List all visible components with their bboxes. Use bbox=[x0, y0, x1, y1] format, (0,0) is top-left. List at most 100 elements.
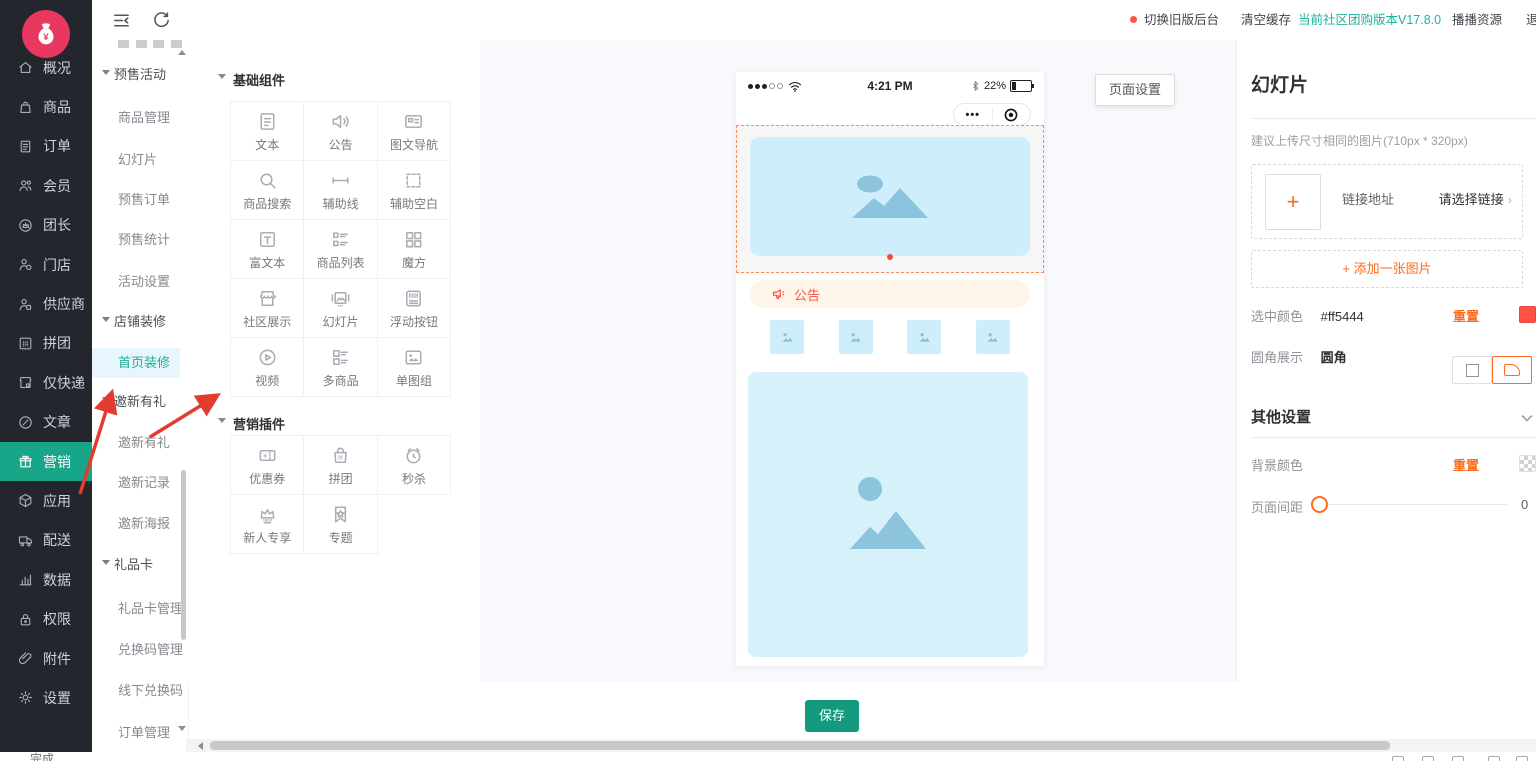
refresh-icon[interactable] bbox=[152, 11, 171, 30]
component-topic[interactable]: 专题 bbox=[304, 495, 377, 554]
component-divider-line[interactable]: 辅助线 bbox=[304, 161, 377, 220]
submenu-item-invite-poster[interactable]: 邀新海报 bbox=[92, 509, 180, 539]
page-gap-slider-handle[interactable] bbox=[1311, 496, 1328, 513]
save-button[interactable]: 保存 bbox=[805, 700, 859, 732]
choose-link-button[interactable]: 请选择链接› bbox=[1439, 189, 1512, 208]
resource-link[interactable]: 播播资源 bbox=[1452, 0, 1502, 40]
sidebar-item-orders[interactable]: 订单 bbox=[0, 127, 92, 166]
gear-icon bbox=[17, 689, 34, 706]
other-settings-header[interactable]: 其他设置 bbox=[1251, 406, 1311, 427]
single-image-component[interactable] bbox=[748, 372, 1028, 657]
svg-text:拼: 拼 bbox=[338, 453, 343, 461]
clipped-menu-item[interactable] bbox=[118, 40, 182, 48]
submenu-item-redeem-manage[interactable]: 兑换码管理 bbox=[92, 635, 180, 665]
submenu-item-slideshow[interactable]: 幻灯片 bbox=[92, 145, 180, 175]
submenu-group-shop-decoration[interactable]: 店铺装修 bbox=[92, 307, 180, 337]
svg-text:拼: 拼 bbox=[22, 339, 29, 348]
submenu-group-giftcard[interactable]: 礼品卡 bbox=[92, 550, 180, 580]
component-single-image[interactable]: 单图组 bbox=[378, 338, 451, 397]
add-image-button[interactable]: + 添加一张图片 bbox=[1251, 250, 1523, 288]
submenu-item-presale-orders[interactable]: 预售订单 bbox=[92, 185, 180, 215]
component-coupon[interactable]: ¥优惠券 bbox=[231, 436, 304, 495]
collapse-menu-icon[interactable] bbox=[112, 11, 131, 30]
submenu-group-invite[interactable]: 邀新有礼 bbox=[92, 387, 180, 417]
red-dot-icon bbox=[1130, 16, 1137, 23]
upload-size-hint: 建议上传尺寸相同的图片(710px * 320px) bbox=[1251, 132, 1468, 149]
reset-selected-color-button[interactable]: 重置 bbox=[1453, 306, 1479, 325]
sidebar-item-marketing[interactable]: 营销 bbox=[0, 442, 92, 481]
component-image-text-nav[interactable]: 图文导航 bbox=[378, 102, 451, 161]
sidebar-item-express[interactable]: 仅快递 bbox=[0, 363, 92, 402]
marketing-plugins-header[interactable]: 营销插件 bbox=[218, 414, 285, 433]
submenu-item-goods-manage[interactable]: 商品管理 bbox=[92, 103, 180, 133]
page-gap-slider-track[interactable] bbox=[1329, 504, 1507, 505]
clear-cache-link[interactable]: 清空缓存 bbox=[1241, 0, 1291, 40]
sidebar-item-data[interactable]: 数据 bbox=[0, 560, 92, 599]
reset-bg-color-button[interactable]: 重置 bbox=[1453, 455, 1479, 474]
chevron-down-icon[interactable] bbox=[1521, 414, 1533, 422]
scroll-down-arrow[interactable] bbox=[178, 726, 186, 735]
submenu-group-presale[interactable]: 预售活动 bbox=[92, 60, 180, 90]
bookmark-star-icon bbox=[329, 503, 352, 526]
rounded-corner-button[interactable] bbox=[1492, 356, 1532, 384]
submenu-item-invite-records[interactable]: 邀新记录 bbox=[92, 468, 180, 498]
selected-color-label: 选中颜色 bbox=[1251, 309, 1303, 324]
rounded-corner-icon bbox=[1504, 364, 1520, 376]
person-box-icon bbox=[17, 296, 34, 313]
component-slideshow[interactable]: 幻灯片 bbox=[304, 279, 377, 338]
component-group-buy[interactable]: 拼拼团 bbox=[304, 436, 377, 495]
component-community-display[interactable]: 社区展示 bbox=[231, 279, 304, 338]
submenu-item-order-manage[interactable]: 订单管理 bbox=[92, 718, 180, 748]
square-icon bbox=[1466, 364, 1479, 377]
selected-color-swatch[interactable] bbox=[1519, 306, 1536, 323]
image-nav-component[interactable] bbox=[750, 320, 1030, 354]
upload-image-button[interactable]: + bbox=[1265, 174, 1321, 230]
submenu-item-activity-settings[interactable]: 活动设置 bbox=[92, 267, 180, 297]
sidebar-item-articles[interactable]: 文章 bbox=[0, 403, 92, 442]
submenu-item-giftcard-manage[interactable]: 礼品卡管理 bbox=[92, 594, 180, 624]
single-image-icon bbox=[402, 346, 425, 369]
sidebar-item-attachments[interactable]: 附件 bbox=[0, 639, 92, 678]
sidebar-item-settings[interactable]: 设置 bbox=[0, 678, 92, 717]
component-goods-search[interactable]: 商品搜索 bbox=[231, 161, 304, 220]
component-text[interactable]: 文本 bbox=[231, 102, 304, 161]
sidebar-item-store[interactable]: 门店 bbox=[0, 245, 92, 284]
component-magic-cube[interactable]: 魔方 bbox=[378, 220, 451, 279]
submenu-item-invite-reward[interactable]: 邀新有礼 bbox=[92, 428, 180, 458]
sidebar-item-delivery[interactable]: 配送 bbox=[0, 521, 92, 560]
component-rich-text[interactable]: 富文本 bbox=[231, 220, 304, 279]
component-blank-space[interactable]: 辅助空白 bbox=[378, 161, 451, 220]
square-corner-button[interactable] bbox=[1452, 356, 1492, 384]
settings-panel: 幻灯片 建议上传尺寸相同的图片(710px * 320px) + 链接地址 请选… bbox=[1236, 40, 1536, 682]
sidebar-item-apps[interactable]: 应用 bbox=[0, 481, 92, 520]
sidebar-item-groupbuy[interactable]: 拼拼团 bbox=[0, 324, 92, 363]
switch-old-backend-link[interactable]: 切换旧版后台 bbox=[1130, 0, 1219, 40]
component-multi-goods[interactable]: 多商品 bbox=[304, 338, 377, 397]
sidebar-item-overview[interactable]: 概况 bbox=[0, 48, 92, 87]
component-video[interactable]: 视频 bbox=[231, 338, 304, 397]
pin-box-icon: 拼 bbox=[17, 335, 34, 352]
submenu-item-offline-redeem[interactable]: 线下兑换码 bbox=[92, 676, 180, 706]
component-flash-sale[interactable]: 秒杀 bbox=[378, 436, 451, 495]
submenu-item-home-decoration[interactable]: 首页装修 bbox=[92, 348, 180, 378]
notice-component[interactable]: 公告 bbox=[750, 280, 1030, 308]
component-newbie-exclusive[interactable]: NEW新人专享 bbox=[231, 495, 304, 554]
component-floating-button[interactable]: BTN浮动按钮 bbox=[378, 279, 451, 338]
horizontal-scrollbar-thumb[interactable] bbox=[210, 741, 1390, 750]
clipped-topbar-link[interactable]: 退 bbox=[1526, 0, 1536, 40]
sidebar-item-supplier[interactable]: 供应商 bbox=[0, 284, 92, 323]
submenu-item-presale-stats[interactable]: 预售统计 bbox=[92, 225, 180, 255]
basic-components-header[interactable]: 基础组件 bbox=[218, 70, 285, 89]
sidebar-item-members[interactable]: 会员 bbox=[0, 166, 92, 205]
scroll-up-arrow[interactable] bbox=[178, 46, 186, 55]
page-settings-button[interactable]: 页面设置 bbox=[1095, 74, 1175, 106]
component-notice[interactable]: 公告 bbox=[304, 102, 377, 161]
sidebar-item-goods[interactable]: 商品 bbox=[0, 87, 92, 126]
scroll-left-arrow[interactable] bbox=[194, 742, 203, 750]
slideshow-component-selected[interactable] bbox=[736, 125, 1044, 273]
component-goods-list[interactable]: 商品列表 bbox=[304, 220, 377, 279]
sidebar-item-permissions[interactable]: 权限 bbox=[0, 599, 92, 638]
notice-label: 公告 bbox=[794, 285, 820, 304]
bg-color-swatch[interactable] bbox=[1519, 455, 1536, 472]
sidebar-item-leader[interactable]: 团长 bbox=[0, 206, 92, 245]
